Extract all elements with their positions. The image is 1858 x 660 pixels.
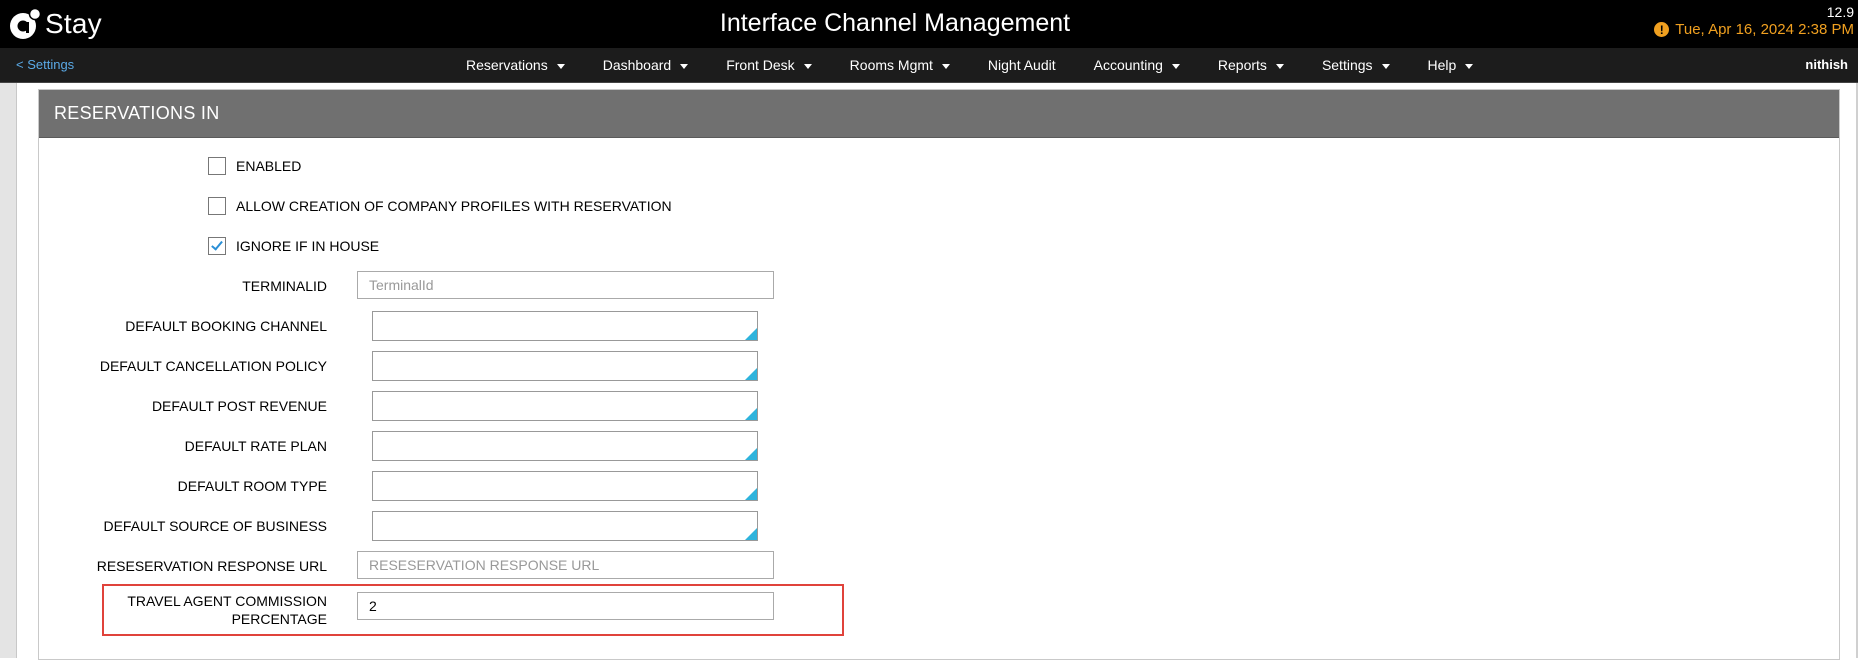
- nav-label: Night Audit: [987, 57, 1056, 73]
- ignore-if-in-house-row: IGNORE IF IN HOUSE: [208, 237, 379, 255]
- chevron-down-icon: [556, 64, 565, 69]
- default-rate-plan-label: DEFAULT RATE PLAN: [184, 438, 327, 454]
- default-booking-channel-select[interactable]: [372, 311, 758, 341]
- dropdown-corner-icon: [745, 368, 757, 380]
- chevron-down-icon: [803, 64, 812, 69]
- nav-item-reports[interactable]: Reports: [1218, 57, 1284, 73]
- chevron-down-icon: [1465, 64, 1474, 69]
- enabled-checkbox[interactable]: [208, 157, 226, 175]
- dropdown-corner-icon: [745, 448, 757, 460]
- nav-item-rooms-mgmt[interactable]: Rooms Mgmt: [850, 57, 950, 73]
- chevron-down-icon: [941, 64, 950, 69]
- terminal-id-label: TERMINALID: [242, 278, 327, 294]
- top-header: Stay Interface Channel Management 12.9 !…: [0, 0, 1858, 48]
- default-booking-channel-label: DEFAULT BOOKING CHANNEL: [125, 318, 327, 334]
- default-source-of-business-select[interactable]: [372, 511, 758, 541]
- enabled-row: ENABLED: [208, 157, 301, 175]
- nav-item-dashboard[interactable]: Dashboard: [603, 57, 689, 73]
- allow-company-profiles-row: ALLOW CREATION OF COMPANY PROFILES WITH …: [208, 197, 672, 215]
- allow-company-profiles-checkbox[interactable]: [208, 197, 226, 215]
- enabled-label: ENABLED: [236, 158, 302, 174]
- nav-item-front-desk[interactable]: Front Desk: [726, 57, 812, 73]
- datetime-display: ! Tue, Apr 16, 2024 2:38 PM: [1654, 21, 1854, 38]
- nav-label: Dashboard: [602, 57, 672, 73]
- chevron-down-icon: [1275, 64, 1284, 69]
- nav-item-night-audit[interactable]: Night Audit: [988, 57, 1056, 73]
- nav-label: Reports: [1217, 57, 1267, 73]
- default-post-revenue-label: DEFAULT POST REVENUE: [151, 398, 327, 414]
- default-post-revenue-select[interactable]: [372, 391, 758, 421]
- left-scroll-gutter: [0, 83, 17, 658]
- default-cancellation-policy-select[interactable]: [372, 351, 758, 381]
- nav-item-settings[interactable]: Settings: [1322, 57, 1390, 73]
- chevron-down-icon: [680, 64, 689, 69]
- warning-icon[interactable]: !: [1654, 22, 1670, 37]
- nav-menu: Reservations Dashboard Front Desk Rooms …: [466, 48, 1511, 82]
- dropdown-corner-icon: [745, 488, 757, 500]
- ignore-if-in-house-checkbox[interactable]: [208, 237, 226, 255]
- nav-label: Accounting: [1093, 57, 1163, 73]
- nav-item-accounting[interactable]: Accounting: [1094, 57, 1180, 73]
- dropdown-corner-icon: [745, 328, 757, 340]
- terminal-id-input[interactable]: [357, 271, 774, 299]
- datetime-text: Tue, Apr 16, 2024 2:38 PM: [1675, 21, 1854, 38]
- default-rate-plan-select[interactable]: [372, 431, 758, 461]
- response-url-input[interactable]: [357, 551, 774, 579]
- default-room-type-select[interactable]: [372, 471, 758, 501]
- response-url-label: RESESERVATION RESPONSE URL: [96, 558, 327, 574]
- nav-label: Settings: [1321, 57, 1373, 73]
- default-source-of-business-label: DEFAULT SOURCE OF BUSINESS: [103, 518, 327, 534]
- nav-item-help[interactable]: Help: [1428, 57, 1474, 73]
- page-title: Interface Channel Management: [719, 9, 1071, 37]
- nav-label: Front Desk: [726, 57, 795, 73]
- chevron-down-icon: [1171, 64, 1180, 69]
- back-to-settings-link[interactable]: < Settings: [16, 57, 74, 72]
- main-nav: < Settings Reservations Dashboard Front …: [0, 48, 1858, 83]
- highlight-annotation: [102, 584, 844, 636]
- ignore-if-in-house-label: IGNORE IF IN HOUSE: [236, 238, 380, 254]
- panel-title: RESERVATIONS IN: [39, 90, 1839, 138]
- version-label: 12.9: [1826, 4, 1854, 20]
- allow-company-profiles-label: ALLOW CREATION OF COMPANY PROFILES WITH …: [236, 198, 672, 214]
- default-room-type-label: DEFAULT ROOM TYPE: [177, 478, 327, 494]
- nav-label: Rooms Mgmt: [849, 57, 933, 73]
- user-name[interactable]: nithish: [1805, 57, 1848, 72]
- default-cancellation-policy-label: DEFAULT CANCELLATION POLICY: [99, 358, 327, 374]
- nav-label: Reservations: [466, 57, 548, 73]
- dropdown-corner-icon: [745, 528, 757, 540]
- nav-item-reservations[interactable]: Reservations: [466, 57, 565, 73]
- chevron-down-icon: [1381, 64, 1390, 69]
- dropdown-corner-icon: [745, 408, 757, 420]
- nav-label: Help: [1427, 57, 1457, 73]
